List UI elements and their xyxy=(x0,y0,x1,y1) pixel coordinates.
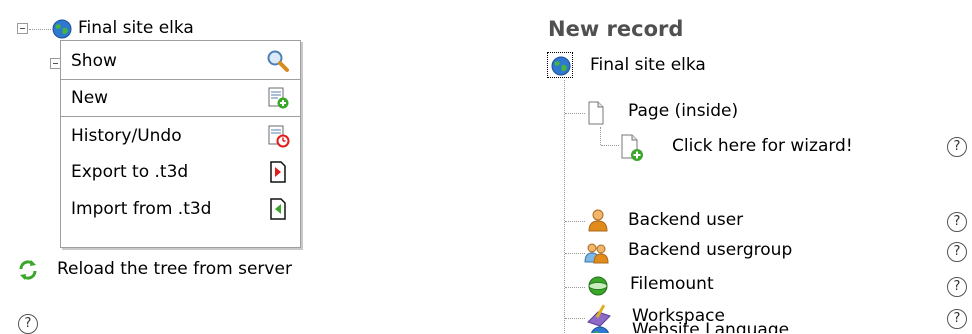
new-record-icon xyxy=(266,86,290,110)
menu-item-label: Show xyxy=(71,51,117,71)
help-icon[interactable]: ? xyxy=(947,242,967,262)
menu-item-import-t3d[interactable]: Import from .t3d xyxy=(61,191,300,227)
help-icon[interactable]: ? xyxy=(947,137,967,157)
tree-connector xyxy=(601,145,619,146)
backend-user-icon xyxy=(586,208,610,232)
menu-item-export-t3d[interactable]: Export to .t3d xyxy=(61,154,300,190)
record-type-page-inside[interactable]: Page (inside) xyxy=(628,101,738,121)
website-language-icon xyxy=(586,324,612,333)
page-title: New record xyxy=(548,17,684,41)
menu-item-history-undo[interactable]: History/Undo xyxy=(61,118,300,154)
help-icon[interactable]: ? xyxy=(947,277,967,297)
help-icon[interactable]: ? xyxy=(947,309,967,329)
filemount-icon xyxy=(587,275,609,297)
globe-icon xyxy=(551,56,571,76)
tree-connector xyxy=(565,113,585,114)
menu-item-show[interactable]: Show xyxy=(61,43,300,79)
tree-connector xyxy=(565,253,585,254)
record-type-website-language[interactable]: Website Language xyxy=(632,320,789,333)
menu-item-label: History/Undo xyxy=(71,126,182,146)
reload-tree-link[interactable]: Reload the tree from server xyxy=(57,259,292,279)
menu-item-label: Export to .t3d xyxy=(71,162,189,182)
magnifier-icon xyxy=(266,49,290,73)
menu-separator xyxy=(61,116,300,117)
reload-icon[interactable] xyxy=(17,258,39,282)
history-icon xyxy=(266,124,290,148)
tree-connector xyxy=(564,80,565,333)
record-type-backend-user[interactable]: Backend user xyxy=(628,210,743,230)
help-icon[interactable]: ? xyxy=(947,212,967,232)
export-icon xyxy=(266,160,290,184)
record-type-backend-usergroup[interactable]: Backend usergroup xyxy=(628,240,792,260)
menu-item-label: Import from .t3d xyxy=(71,199,212,219)
menu-item-new[interactable]: New xyxy=(61,80,300,116)
tree-root-label[interactable]: Final site elka xyxy=(78,18,194,38)
tree-connector xyxy=(29,29,51,30)
tree-connector xyxy=(600,127,601,145)
menu-item-label: New xyxy=(71,88,109,108)
tree-connector xyxy=(565,221,585,222)
context-menu: Show New History/Undo Export to .t3d Imp… xyxy=(60,40,301,248)
page-wizard-icon[interactable] xyxy=(619,134,645,162)
import-icon xyxy=(266,197,290,221)
tree-connector xyxy=(565,287,585,288)
collapse-toggle[interactable] xyxy=(17,23,28,34)
page-icon xyxy=(586,101,606,125)
help-icon[interactable]: ? xyxy=(18,314,38,334)
record-type-filemount[interactable]: Filemount xyxy=(630,274,714,294)
new-record-root-label: Final site elka xyxy=(590,55,706,75)
wizard-link[interactable]: Click here for wizard! xyxy=(672,136,853,156)
backend-usergroup-icon xyxy=(584,240,610,264)
globe-icon xyxy=(52,19,72,39)
tree-connector xyxy=(565,318,585,319)
